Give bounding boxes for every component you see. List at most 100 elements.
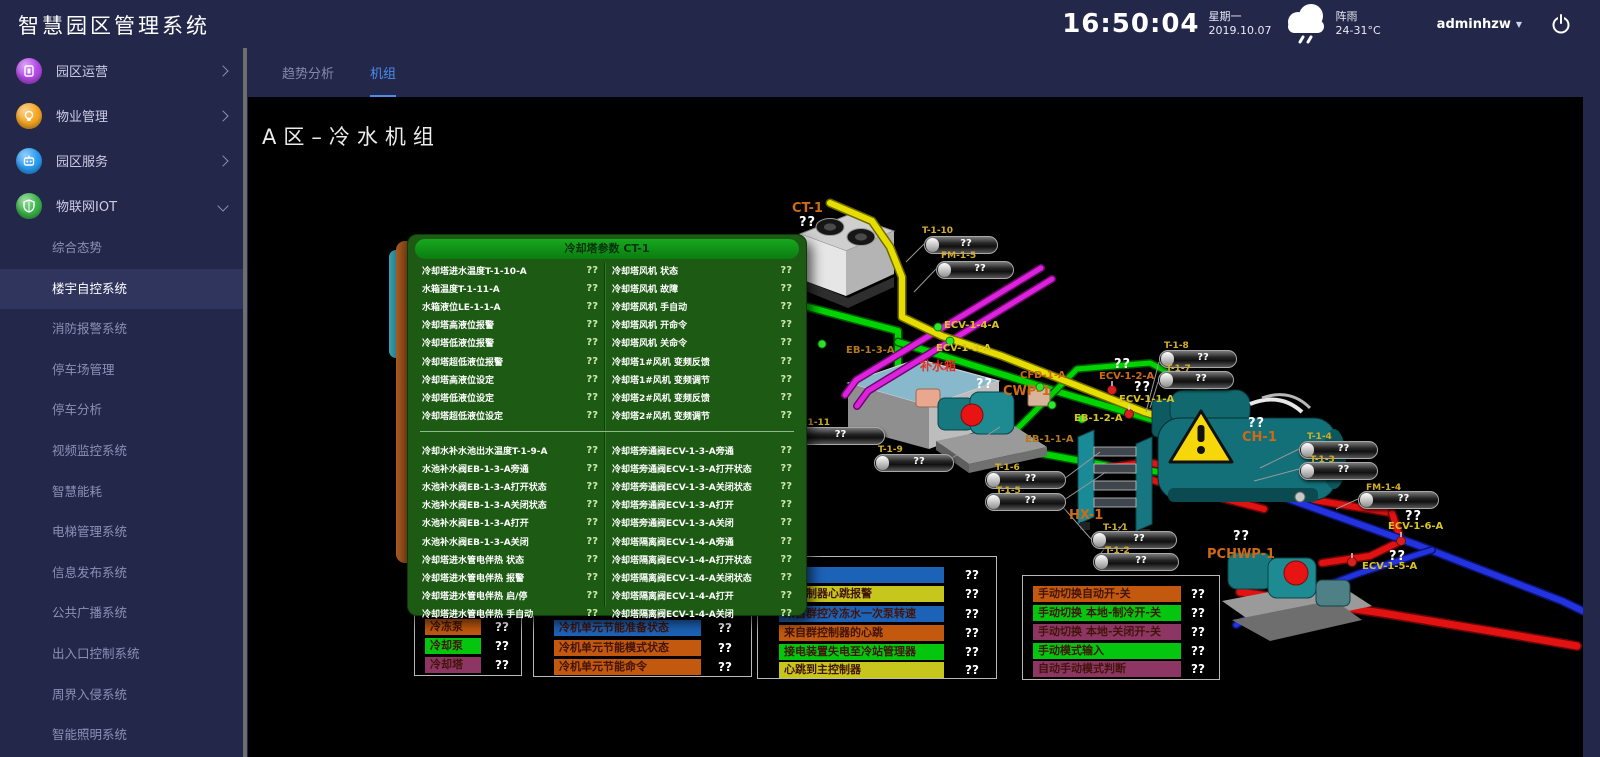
- param-value: ??: [780, 536, 792, 547]
- sidebar-subitem-fire-alarm[interactable]: 消防报警系统: [0, 309, 243, 350]
- param-value: ??: [586, 590, 598, 601]
- diagram-label-ecv-1-2-a-q: ??: [1114, 357, 1131, 372]
- panel-param-row: 水池补水阀EB-1-3-A旁通??: [420, 459, 600, 477]
- cooling-tower-parameter-panel[interactable]: 冷却塔参数 CT-1 冷却塔进水温度T-1-10-A??水箱温度T-1-11-A…: [407, 234, 807, 616]
- param-label: 冷却塔低液位报警: [422, 336, 494, 349]
- panel-param-row: 冷却塔进水管电伴热 状态??: [420, 550, 600, 568]
- param-value: ??: [780, 445, 792, 456]
- gauge-value: ??: [885, 456, 953, 467]
- chiller-pipe-arc: [1250, 400, 1302, 413]
- status-chip: 来自群控制器的心跳: [779, 625, 944, 641]
- status-chip: 冷却泵: [425, 638, 481, 654]
- sidebar-subitem-smart-energy[interactable]: 智慧能耗: [0, 472, 243, 513]
- sidebar-subitem-elevator[interactable]: 电梯管理系统: [0, 512, 243, 553]
- param-value: ??: [586, 572, 598, 583]
- panel-param-row: 冷却塔旁通阀ECV-1-3-A关闭??: [610, 514, 794, 532]
- param-value: ??: [780, 463, 792, 474]
- status-table-manual-switch: 手动切换自动开-关??手动切换 本地-制冷开-关??手动切换 本地-关闭开-关?…: [1022, 575, 1220, 680]
- param-label: 冷却塔风机 故障: [612, 282, 678, 295]
- chevron-down-icon: [217, 200, 228, 211]
- topbar-right: 16:50:04 星期一 2019.10.07 阵雨 24-31°C admin…: [1062, 0, 1584, 48]
- panel-param-row: 冷却塔风机 开命令??: [610, 316, 794, 334]
- status-value: ??: [495, 638, 509, 654]
- gauge-t-1-1: ??: [1091, 531, 1177, 549]
- sidebar-scrollbar[interactable]: [243, 48, 247, 757]
- panel-param-row: 冷却塔隔离阀ECV-1-4-A旁通??: [610, 532, 794, 550]
- panel-param-row: 冷却塔隔离阀ECV-1-4-A关闭状态??: [610, 568, 794, 586]
- sidebar-subitem-parking-analysis[interactable]: 停车分析: [0, 390, 243, 431]
- diagram-label-eb-1-2-a: EB-1-2-A: [1074, 413, 1123, 424]
- tank-outlet-box: [916, 389, 940, 407]
- valve-green: [934, 323, 942, 331]
- sidebar-subitem-smart-lighting[interactable]: 智能照明系统: [0, 715, 243, 756]
- param-value: ??: [586, 463, 598, 474]
- gauge-label-fm-1-5: FM-1-5: [941, 251, 976, 261]
- gauge-fm-1-4: ??: [1358, 491, 1439, 509]
- sidebar-item-label: 园区运营: [56, 61, 219, 80]
- param-value: ??: [586, 356, 598, 367]
- sidebar-subitem-video-surveillance[interactable]: 视频监控系统: [0, 431, 243, 472]
- param-value: ??: [586, 445, 598, 456]
- gauge-t-1-5: ??: [985, 493, 1066, 511]
- gauge-t-1-2: ??: [1093, 553, 1179, 571]
- bulb-icon: [16, 103, 42, 129]
- param-label: 冷却塔风机 状态: [612, 264, 678, 277]
- diagram-label-cwp-q: ??: [976, 377, 993, 392]
- hx-slat: [1094, 447, 1136, 456]
- panel-param-row: 冷却塔隔离阀ECV-1-4-A打开状态??: [610, 550, 794, 568]
- chevron-right-icon: [217, 110, 228, 121]
- sidebar-subitem-public-broadcast[interactable]: 公共广播系统: [0, 593, 243, 634]
- param-value: ??: [586, 392, 598, 403]
- valve-green: [1048, 401, 1056, 409]
- param-value: ??: [780, 410, 792, 421]
- panel-section-divider: [420, 431, 794, 432]
- app-title: 智慧园区管理系统: [18, 10, 210, 40]
- diagram-label-hx-1: HX-1: [1069, 508, 1103, 523]
- param-label: 冷却塔隔离阀ECV-1-4-A关闭状态: [612, 571, 752, 584]
- panel-param-row: 冷却塔隔离阀ECV-1-4-A打开??: [610, 587, 794, 605]
- status-value: ??: [495, 657, 509, 673]
- weather-text: 阵雨: [1336, 10, 1381, 24]
- param-label: 水池补水阀EB-1-3-A打开状态: [422, 480, 547, 493]
- hx-slat: [1094, 464, 1136, 473]
- status-value: ??: [1191, 661, 1205, 677]
- status-chip: 心跳到主控制器: [779, 662, 944, 678]
- tab-unit[interactable]: 机组: [370, 63, 396, 97]
- weather-block: 阵雨 24-31°C: [1336, 10, 1381, 38]
- leader-line: [914, 269, 936, 292]
- sidebar-subitem-bas[interactable]: 楼宇自控系统: [0, 269, 243, 310]
- param-value: ??: [780, 265, 792, 276]
- status-value: ??: [965, 644, 979, 660]
- sidebar-item-property-mgmt[interactable]: 物业管理: [0, 93, 243, 138]
- sidebar-subitem-overview[interactable]: 综合态势: [0, 228, 243, 269]
- param-value: ??: [780, 572, 792, 583]
- gauge-value: ??: [1310, 443, 1377, 454]
- param-value: ??: [586, 536, 598, 547]
- sidebar-subitem-perimeter-intrusion[interactable]: 周界入侵系统: [0, 675, 243, 716]
- diagram-label-eb-1-1-a: EB-1-1-A: [1025, 434, 1074, 445]
- user-menu[interactable]: adminhzw ▼: [1437, 17, 1522, 32]
- diagram-label-eb-1-3-a: EB-1-3-A: [846, 345, 895, 356]
- gauge-value: ??: [1169, 373, 1233, 384]
- param-label: 冷却塔1#风机 变频反馈: [612, 355, 710, 368]
- sidebar-item-iot[interactable]: 物联网IOT: [0, 183, 243, 228]
- logout-power-button[interactable]: [1550, 13, 1572, 35]
- panel-param-row: 水箱液位LE-1-1-A??: [420, 297, 600, 315]
- sidebar-subitem-info-publish[interactable]: 信息发布系统: [0, 553, 243, 594]
- sidebar-item-park-service[interactable]: 园区服务: [0, 138, 243, 183]
- param-label: 冷却塔隔离阀ECV-1-4-A打开: [612, 589, 734, 602]
- param-label: 冷却塔旁通阀ECV-1-3-A旁通: [612, 444, 734, 457]
- panel-param-row: 冷却塔超低液位报警??: [420, 352, 600, 370]
- sidebar-subitem-entrance-control[interactable]: 出入口控制系统: [0, 634, 243, 675]
- chevron-right-icon: [217, 155, 228, 166]
- sidebar-item-park-operation[interactable]: 园区运营: [0, 48, 243, 93]
- tab-trend[interactable]: 趋势分析: [282, 63, 334, 97]
- sidebar-subitem-parking-mgmt[interactable]: 停车场管理: [0, 350, 243, 391]
- param-value: ??: [780, 590, 792, 601]
- param-label: 水池补水阀EB-1-3-A旁通: [422, 462, 529, 475]
- temperature-range: 24-31°C: [1336, 24, 1381, 38]
- valve-red: [1397, 537, 1406, 546]
- param-label: 冷却塔风机 手自动: [612, 300, 687, 313]
- param-label: 冷却水补水池出水温度T-1-9-A: [422, 444, 548, 457]
- param-label: 冷却塔2#风机 变频调节: [612, 409, 710, 422]
